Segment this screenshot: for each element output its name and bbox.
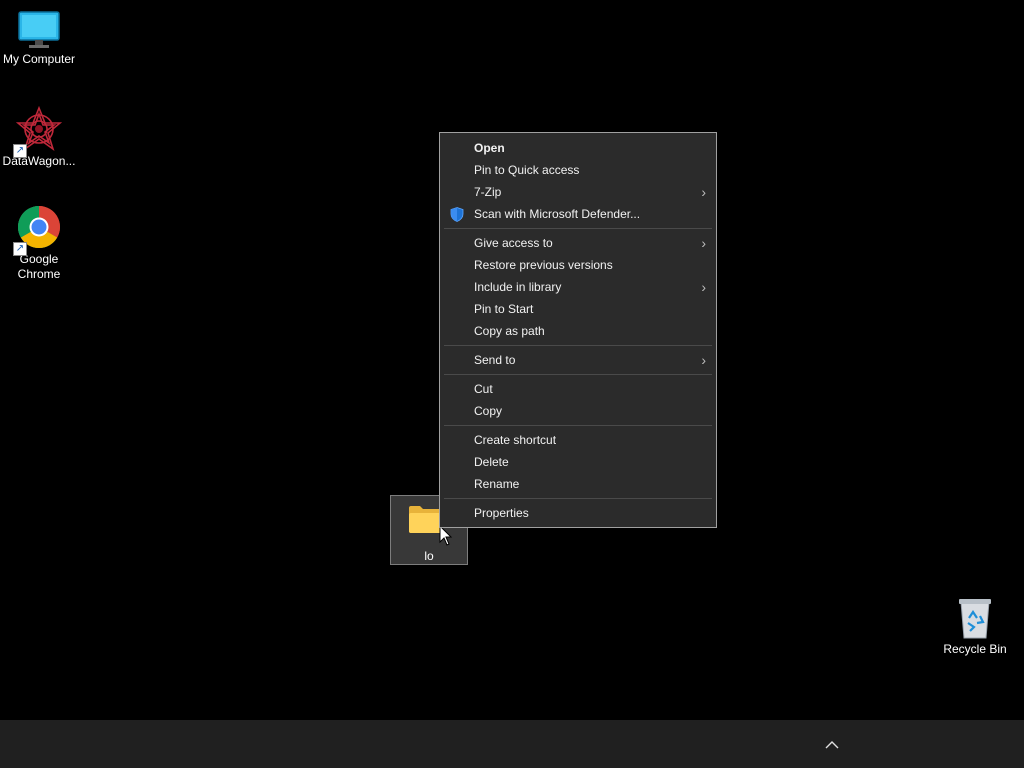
menu-item-scan-with-defender[interactable]: Scan with Microsoft Defender...	[440, 203, 716, 225]
menu-item-label: Send to	[474, 353, 516, 367]
menu-item-label: Delete	[474, 455, 509, 469]
menu-item-label: Create shortcut	[474, 433, 557, 447]
menu-item-open[interactable]: Open	[440, 137, 716, 159]
shortcut-arrow-icon: ↗	[13, 242, 27, 256]
desktop-icon-datawagon[interactable]: ↗ DataWagon...	[0, 105, 78, 169]
menu-item-7-zip[interactable]: 7-Zip ›	[440, 181, 716, 203]
context-menu: Open Pin to Quick access 7-Zip › Scan wit…	[439, 132, 717, 528]
monitor-icon	[17, 10, 61, 50]
chevron-right-icon: ›	[701, 184, 706, 200]
menu-item-give-access-to[interactable]: Give access to ›	[440, 232, 716, 254]
menu-item-label: Pin to Start	[474, 302, 534, 316]
chrome-icon: ↗	[13, 204, 62, 256]
menu-item-send-to[interactable]: Send to ›	[440, 349, 716, 371]
recycle-bin-icon	[955, 596, 995, 640]
menu-item-properties[interactable]: Properties	[440, 502, 716, 524]
chevron-right-icon: ›	[701, 235, 706, 251]
menu-item-label: Scan with Microsoft Defender...	[474, 207, 641, 221]
menu-item-pin-to-start[interactable]: Pin to Start	[440, 298, 716, 320]
menu-item-label: Include in library	[474, 280, 562, 294]
menu-item-copy-as-path[interactable]: Copy as path	[440, 320, 716, 342]
chevron-up-icon[interactable]	[822, 735, 842, 755]
menu-item-label: Properties	[474, 506, 529, 520]
menu-separator	[444, 425, 712, 426]
menu-item-label: Cut	[474, 382, 493, 396]
menu-item-label: Give access to	[474, 236, 553, 250]
menu-item-cut[interactable]: Cut	[440, 378, 716, 400]
desktop-icon-label: DataWagon...	[2, 154, 76, 168]
desktop-icon-label: Recycle Bin	[943, 642, 1007, 656]
menu-item-label: Copy	[474, 404, 503, 418]
menu-item-label: 7-Zip	[474, 185, 502, 199]
menu-item-restore-previous-versions[interactable]: Restore previous versions	[440, 254, 716, 276]
menu-item-rename[interactable]: Rename	[440, 473, 716, 495]
menu-item-label: Restore previous versions	[474, 258, 613, 272]
folder-icon	[408, 504, 442, 539]
desktop-icon-my-computer[interactable]: My Computer	[0, 10, 78, 67]
menu-separator	[444, 498, 712, 499]
defender-shield-icon	[450, 207, 464, 229]
desktop-icon-label: Google Chrome	[17, 252, 61, 281]
folder-label: lo	[424, 549, 434, 563]
menu-item-pin-to-quick-access[interactable]: Pin to Quick access	[440, 159, 716, 181]
desktop-icon-recycle-bin[interactable]: Recycle Bin	[936, 596, 1014, 657]
taskbar	[0, 720, 1024, 768]
desktop-icon-label: My Computer	[2, 52, 76, 66]
menu-item-label: Rename	[474, 477, 520, 491]
menu-item-label: Pin to Quick access	[474, 163, 580, 177]
chevron-right-icon: ›	[701, 352, 706, 368]
chevron-right-icon: ›	[701, 279, 706, 295]
menu-item-create-shortcut[interactable]: Create shortcut	[440, 429, 716, 451]
menu-item-delete[interactable]: Delete	[440, 451, 716, 473]
menu-item-label: Copy as path	[474, 324, 545, 338]
datawagon-logo-icon: ↗	[13, 105, 63, 158]
shortcut-arrow-icon: ↗	[13, 144, 27, 158]
mouse-cursor-icon	[439, 524, 453, 552]
menu-item-label: Open	[474, 141, 505, 155]
menu-separator	[444, 228, 712, 229]
menu-separator	[444, 374, 712, 375]
menu-item-copy[interactable]: Copy	[440, 400, 716, 422]
menu-separator	[444, 345, 712, 346]
menu-item-include-in-library[interactable]: Include in library ›	[440, 276, 716, 298]
desktop-icon-google-chrome[interactable]: ↗ Google Chrome	[0, 204, 78, 282]
